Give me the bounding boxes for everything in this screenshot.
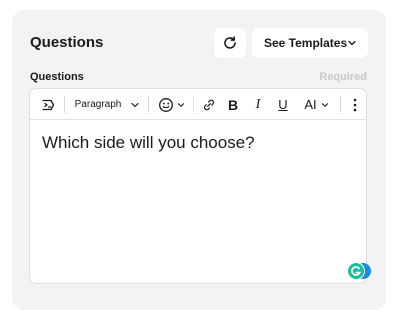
grammarly-button[interactable] [346, 262, 372, 280]
editor-toolbar: Paragraph B I U AI [30, 89, 366, 120]
emoji-icon [159, 97, 173, 112]
questions-card: Questions See Templates Questions Requir… [12, 10, 386, 310]
text-size-label: AI [304, 97, 317, 112]
toolbar-divider [64, 96, 65, 113]
underline-button[interactable]: U [272, 89, 294, 120]
chevron-down-icon [348, 40, 356, 46]
italic-button[interactable]: I [247, 89, 269, 120]
paragraph-label: Paragraph [74, 99, 122, 110]
ai-rewrite-icon [42, 99, 55, 110]
more-options-button[interactable] [346, 89, 364, 120]
refresh-icon [224, 36, 236, 49]
grammarly-icon [347, 262, 371, 280]
toolbar-divider [193, 96, 194, 113]
field-label: Questions [30, 71, 84, 83]
toolbar-divider [148, 96, 149, 113]
bold-label: B [227, 96, 239, 113]
italic-label: I [255, 96, 261, 112]
bold-button[interactable]: B [222, 89, 244, 120]
see-templates-dropdown[interactable]: See Templates [252, 28, 368, 58]
refresh-button[interactable] [214, 28, 246, 58]
underline-label: U [278, 97, 288, 112]
see-templates-label: See Templates [264, 36, 348, 50]
chevron-down-icon [131, 102, 139, 107]
ai-rewrite-button[interactable] [36, 89, 60, 120]
chevron-down-icon [321, 102, 328, 107]
editor-content[interactable]: Which side will you choose? [42, 133, 255, 153]
emoji-button[interactable] [154, 89, 190, 120]
section-title: Questions [30, 34, 104, 51]
link-icon [203, 99, 215, 110]
more-options-icon [353, 98, 357, 111]
text-size-dropdown[interactable]: AI [298, 89, 336, 120]
toolbar-divider [340, 96, 341, 113]
chevron-down-icon [177, 102, 185, 107]
question-editor[interactable]: Paragraph B I U AI Which side will you c… [29, 88, 371, 284]
paragraph-style-dropdown[interactable]: Paragraph [70, 89, 146, 120]
link-button[interactable] [198, 89, 220, 120]
required-label: Required [319, 71, 367, 83]
